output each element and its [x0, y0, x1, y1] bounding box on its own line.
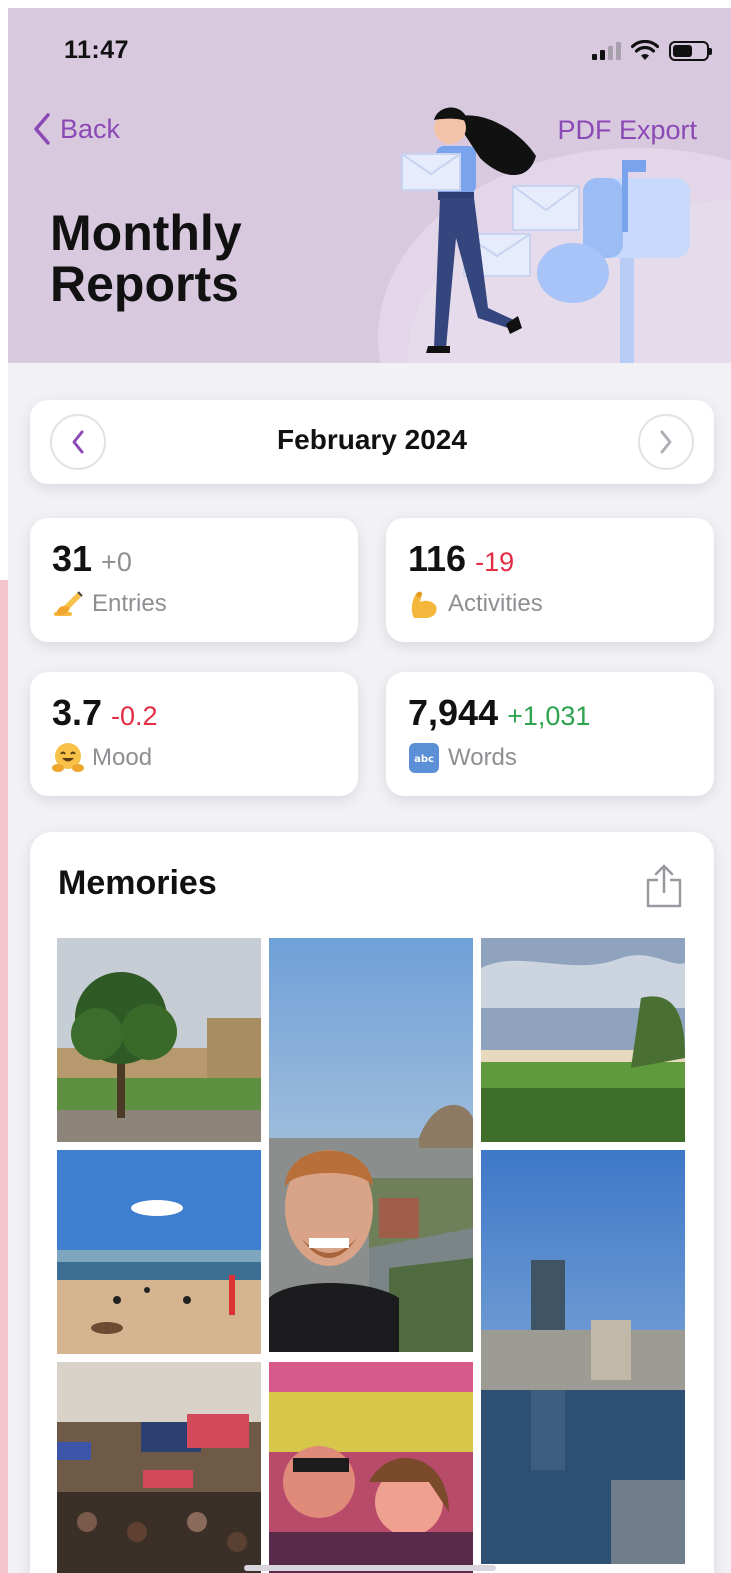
- stat-card-activities[interactable]: 116 -19 Activities: [386, 518, 714, 642]
- stat-label: Mood: [92, 744, 153, 771]
- back-label: Back: [60, 113, 121, 144]
- cellular-signal-icon: [592, 42, 621, 60]
- stat-delta: -19: [475, 547, 515, 577]
- memory-photo-tree[interactable]: [57, 938, 261, 1142]
- mail-illustration: [378, 107, 731, 363]
- memory-photo-city-harbour[interactable]: [481, 1150, 685, 1564]
- hugging-face-icon: [52, 742, 84, 774]
- status-time: 11:47: [64, 36, 130, 64]
- memory-photo-coastal-park[interactable]: [481, 938, 685, 1142]
- battery-icon: [669, 41, 712, 61]
- stat-value: 3.7: [52, 692, 103, 733]
- header: 11:47 Back PDF Export Monthly Reports: [8, 8, 731, 363]
- stat-label: Activities: [448, 590, 543, 617]
- chevron-left-icon: [34, 113, 50, 145]
- app-screen: 11:47 Back PDF Export Monthly Reports Fe…: [8, 8, 731, 1573]
- stat-card-entries[interactable]: 31 +0 Entries: [30, 518, 358, 642]
- memory-photo-concert[interactable]: [269, 1362, 473, 1573]
- flexed-biceps-icon: [408, 588, 440, 620]
- memory-photo-selfie-bridge[interactable]: [269, 938, 473, 1352]
- stat-card-mood[interactable]: 3.7 -0.2 Mood: [30, 672, 358, 796]
- home-indicator[interactable]: [244, 1565, 496, 1571]
- memory-photo-beach[interactable]: [57, 1150, 261, 1354]
- abc-icon: abc: [408, 742, 440, 774]
- wifi-icon: [631, 40, 659, 60]
- stat-value: 116: [408, 538, 467, 579]
- page-title: Monthly Reports: [50, 205, 242, 312]
- stat-label: Entries: [92, 590, 167, 617]
- month-label: February 2024: [277, 424, 467, 455]
- stat-label: Words: [448, 744, 517, 771]
- writing-hand-icon: [52, 588, 84, 620]
- stat-delta: +1,031: [507, 701, 591, 731]
- stat-value: 31: [52, 538, 93, 579]
- status-bar: 11:47: [8, 8, 731, 88]
- stat-delta: -0.2: [111, 701, 158, 731]
- stat-value: 7,944: [408, 692, 499, 733]
- status-icons: [592, 38, 712, 64]
- stat-delta: +0: [101, 547, 132, 577]
- memory-photo-lecture-hall[interactable]: [57, 1362, 261, 1573]
- share-icon[interactable]: [644, 862, 684, 910]
- memories-card: Memories: [30, 832, 714, 1573]
- memories-title: Memories: [58, 864, 217, 902]
- next-month-button[interactable]: [638, 414, 694, 470]
- back-button[interactable]: Back: [32, 112, 120, 146]
- month-selector: February 2024: [30, 400, 714, 484]
- svg-text:abc: abc: [414, 754, 434, 765]
- left-edge-strip: [0, 580, 8, 1573]
- chevron-right-icon: [660, 430, 672, 454]
- stat-card-words[interactable]: 7,944 +1,031 abc Words: [386, 672, 714, 796]
